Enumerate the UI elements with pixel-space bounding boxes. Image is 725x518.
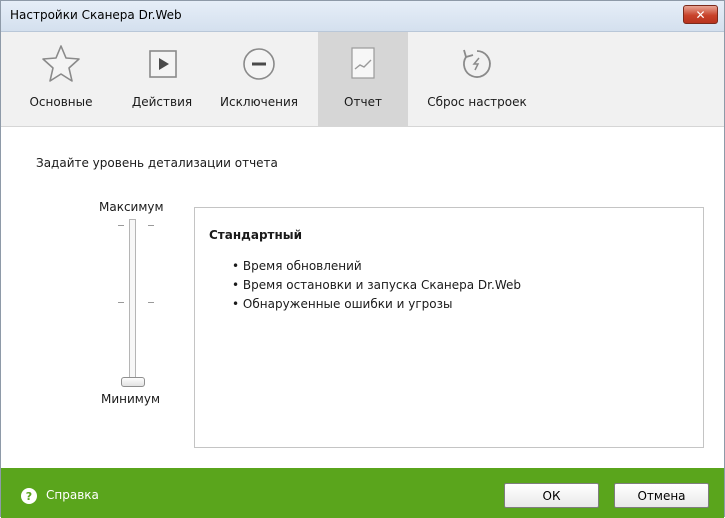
slider-tick (148, 302, 154, 303)
tab-exclusions[interactable]: Исключения (211, 32, 307, 126)
slider-max-label: Максимум (99, 200, 164, 214)
detail-level-slider-track[interactable] (129, 219, 136, 385)
slider-tick (148, 225, 154, 226)
minus-circle-icon (243, 48, 275, 80)
tab-report[interactable]: Отчет (318, 32, 408, 126)
play-icon (149, 50, 177, 78)
tab-report-label: Отчет (344, 95, 382, 109)
tab-actions-label: Действия (131, 95, 193, 109)
level-description-box: Стандартный Время обновлений Время остан… (194, 207, 704, 448)
list-item: Время остановки и запуска Сканера Dr.Web (232, 276, 521, 295)
settings-window: Настройки Сканера Dr.Web ✕ Основные Дейс… (0, 0, 725, 518)
list-item: Время обновлений (232, 257, 521, 276)
dialog-footer: ? Справка ОК Отмена (1, 468, 724, 518)
ok-button[interactable]: ОК (504, 483, 599, 508)
settings-toolbar: Основные Действия Исключения Отчет Сброс… (1, 32, 724, 127)
close-icon: ✕ (695, 7, 706, 22)
list-item: Обнаруженные ошибки и угрозы (232, 295, 521, 314)
star-icon (42, 45, 80, 82)
tab-reset-label: Сброс настроек (427, 95, 527, 109)
slider-tick (118, 225, 124, 226)
report-icon (351, 47, 375, 79)
slider-tick (118, 302, 124, 303)
help-icon[interactable]: ? (21, 488, 37, 504)
close-button[interactable]: ✕ (683, 5, 718, 24)
reset-icon (463, 49, 491, 78)
help-link[interactable]: Справка (46, 488, 99, 502)
cancel-button[interactable]: Отмена (614, 483, 709, 508)
tab-general-label: Основные (29, 95, 93, 109)
window-title: Настройки Сканера Dr.Web (10, 8, 182, 22)
detail-level-slider-thumb[interactable] (121, 377, 145, 387)
level-details-list: Время обновлений Время остановки и запус… (232, 257, 521, 314)
report-settings-panel: Задайте уровень детализации отчета Макси… (1, 127, 724, 466)
report-instruction: Задайте уровень детализации отчета (36, 156, 278, 170)
level-title: Стандартный (209, 228, 303, 242)
tab-exclusions-label: Исключения (220, 95, 298, 109)
slider-min-label: Минимум (101, 392, 161, 406)
title-bar: Настройки Сканера Dr.Web ✕ (1, 1, 724, 32)
tab-actions[interactable]: Действия (123, 32, 201, 126)
tab-general[interactable]: Основные (25, 32, 97, 126)
tab-reset[interactable]: Сброс настроек (421, 32, 533, 126)
